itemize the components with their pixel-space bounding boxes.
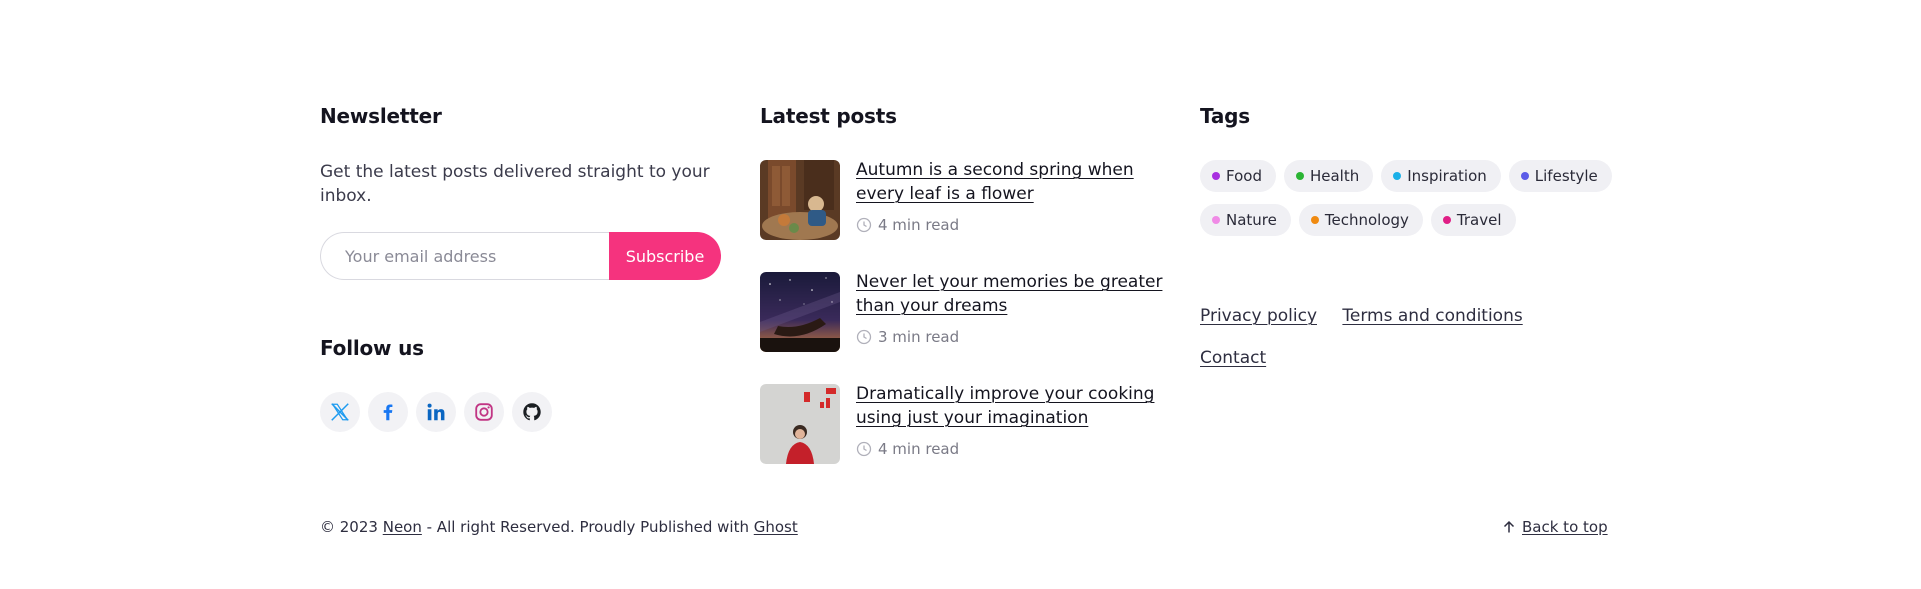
tag-dot	[1212, 216, 1220, 224]
read-time-label: 3 min read	[878, 328, 960, 346]
clock-icon	[856, 329, 872, 345]
follow-heading: Follow us	[320, 336, 424, 360]
github-icon	[523, 403, 541, 421]
read-time-label: 4 min read	[878, 440, 960, 458]
arrow-up-icon	[1503, 520, 1515, 533]
tag-technology[interactable]: Technology	[1298, 204, 1423, 236]
tag-dot	[1442, 216, 1451, 224]
latest-posts-heading: Latest posts	[760, 104, 897, 128]
tag-label: Food	[1226, 167, 1262, 185]
tag-health[interactable]: Health	[1283, 160, 1374, 192]
facebook-icon	[383, 404, 393, 421]
rights-text: - All right Reserved. Proudly Published …	[421, 518, 754, 536]
newsletter-heading: Newsletter	[320, 104, 442, 128]
privacy-policy-link[interactable]: Privacy policy	[1200, 306, 1317, 326]
tag-dot	[1393, 172, 1402, 180]
tag-food[interactable]: Food	[1200, 160, 1276, 192]
post-card: Dramatically improve your cooking using …	[760, 384, 1180, 464]
copyright: © 2023 Neon - All right Reserved. Proudl…	[320, 518, 798, 536]
copyright-prefix: © 2023	[320, 518, 383, 536]
back-to-top-label: Back to top	[1522, 518, 1608, 536]
post-title-link[interactable]: Autumn is a second spring when every lea…	[856, 158, 1176, 206]
contact-links: Contact	[1200, 348, 1286, 368]
tag-label: Health	[1309, 167, 1360, 185]
tag-travel[interactable]: Travel	[1430, 204, 1516, 236]
post-title-link[interactable]: Never let your memories be greater than …	[856, 270, 1176, 318]
tags-heading: Tags	[1200, 104, 1250, 128]
subscribe-button[interactable]: Subscribe	[609, 232, 721, 280]
instagram-icon	[475, 403, 493, 421]
clock-icon	[856, 441, 872, 457]
contact-link[interactable]: Contact	[1200, 348, 1266, 368]
linkedin-link[interactable]	[416, 392, 456, 432]
newsletter-description: Get the latest posts delivered straight …	[320, 162, 710, 206]
post-thumbnail[interactable]	[760, 160, 840, 240]
post-thumbnail[interactable]	[760, 272, 840, 352]
linkedin-icon	[427, 403, 445, 421]
tag-label: Lifestyle	[1534, 167, 1598, 185]
x-link[interactable]	[320, 392, 360, 432]
legal-links: Privacy policy Terms and conditions	[1200, 306, 1543, 326]
instagram-link[interactable]	[464, 392, 504, 432]
read-time: 3 min read	[856, 328, 959, 346]
post-card: Never let your memories be greater than …	[760, 272, 1180, 352]
social-links	[320, 392, 552, 432]
subscribe-form: Subscribe	[320, 232, 721, 280]
read-time-label: 4 min read	[878, 216, 960, 234]
read-time: 4 min read	[856, 440, 959, 458]
tag-label: Nature	[1226, 211, 1277, 229]
x-icon	[331, 403, 349, 421]
tag-lifestyle[interactable]: Lifestyle	[1508, 160, 1612, 192]
tag-dot	[1310, 216, 1319, 224]
read-time: 4 min read	[856, 216, 959, 234]
tag-dot	[1295, 172, 1304, 180]
back-to-top-link[interactable]: Back to top	[1502, 518, 1608, 536]
tag-inspiration[interactable]: Inspiration	[1381, 160, 1501, 192]
tag-label: Inspiration	[1407, 167, 1487, 185]
github-link[interactable]	[512, 392, 552, 432]
ghost-link[interactable]: Ghost	[754, 518, 798, 536]
tag-nature[interactable]: Nature	[1200, 204, 1291, 236]
post-card: Autumn is a second spring when every lea…	[760, 160, 1180, 240]
tag-dot	[1520, 172, 1529, 180]
post-title-link[interactable]: Dramatically improve your cooking using …	[856, 382, 1176, 430]
tag-list: Food Health Inspiration Lifestyle Nature…	[1200, 160, 1620, 236]
site-name-link[interactable]: Neon	[383, 518, 422, 536]
terms-link[interactable]: Terms and conditions	[1342, 306, 1522, 326]
tag-dot	[1212, 172, 1220, 180]
clock-icon	[856, 217, 872, 233]
facebook-link[interactable]	[368, 392, 408, 432]
email-input[interactable]	[320, 232, 609, 280]
tag-label: Travel	[1456, 211, 1502, 229]
post-thumbnail[interactable]	[760, 384, 840, 464]
tag-label: Technology	[1324, 211, 1409, 229]
